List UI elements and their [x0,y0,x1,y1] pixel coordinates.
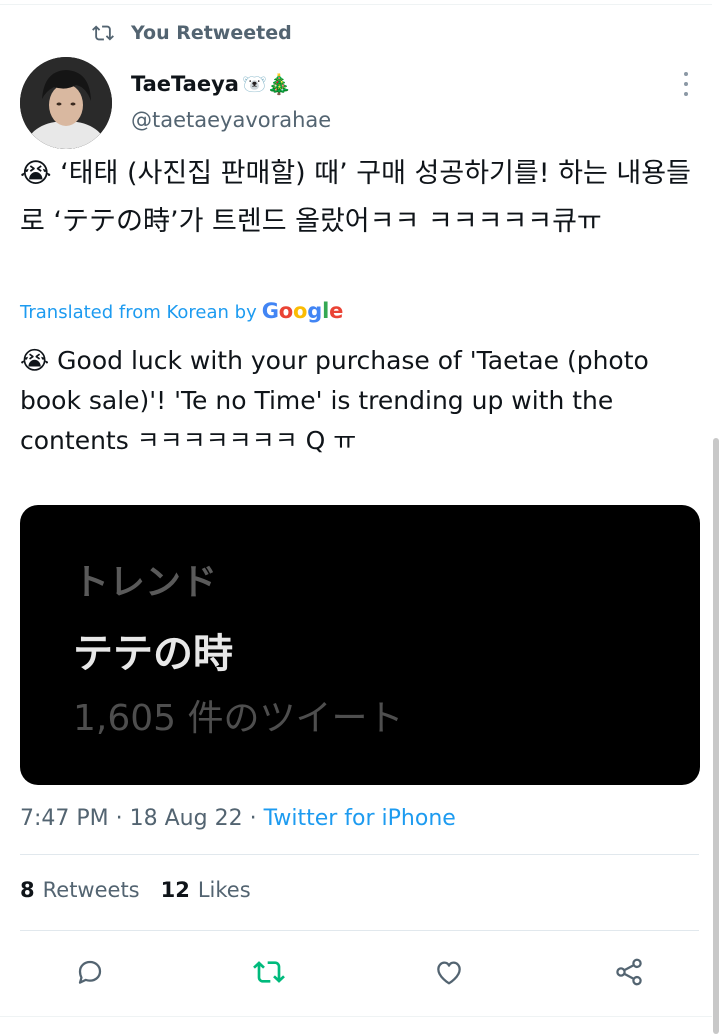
like-icon [437,961,461,985]
author-handle[interactable]: @taetaeyavorahae [131,108,331,132]
image-text-topic: テテの時 [73,631,233,677]
image-text-trend: トレンド [73,562,218,603]
share-icon [616,958,642,986]
tweet-stats: 8 Retweets 12 Likes [20,878,272,902]
retweet-context: You Retweeted [92,20,292,46]
like-button[interactable] [432,955,466,989]
author-name-emojis: 🐻‍❄️🎄 [241,72,292,96]
retweet-icon [253,961,285,983]
more-options-icon[interactable] [680,72,692,96]
bottom-divider [0,1016,712,1017]
retweets-label: Retweets [42,878,140,902]
divider [20,854,699,855]
retweets-count: 8 [20,878,35,902]
image-text-count: 1,605 件のツイート [73,698,404,739]
reply-icon [78,960,102,984]
tweet-image[interactable]: トレンド テテの時 1,605 件のツイート [20,505,700,785]
author-name[interactable]: TaeTaeya 🐻‍❄️🎄 [131,72,292,96]
scrollbar[interactable] [712,0,720,1034]
top-divider [0,4,712,5]
reply-button[interactable] [73,955,107,989]
scrollbar-thumb[interactable] [713,438,719,1034]
translation-attribution: Translated from Korean by Google [20,299,343,323]
translated-label: Translated from Korean by [20,302,257,323]
avatar-image [20,57,112,149]
likes-count: 12 [160,878,190,902]
retweets-stat[interactable]: 8 Retweets [20,878,140,902]
tweet-time[interactable]: 7:47 PM [20,806,109,831]
tweet-source[interactable]: Twitter for iPhone [264,806,456,831]
tweet-date[interactable]: 18 Aug 22 [130,806,243,831]
translated-text: 😭 Good luck with your purchase of 'Taeta… [20,346,649,455]
google-logo: Google [261,299,344,323]
tweet-text: 😭 ‘태태 (사진집 판매할) 때’ 구매 성공하기를! 하는 내용들로 ‘テテ… [20,158,691,237]
divider [20,930,699,931]
share-button[interactable] [612,955,646,989]
author-name-text: TaeTaeya [131,72,239,96]
retweet-context-label: You Retweeted [131,22,292,44]
avatar[interactable] [20,57,112,149]
likes-stat[interactable]: 12 Likes [161,878,251,902]
tweet-meta: 7:47 PM · 18 Aug 22 · Twitter for iPhone [20,806,456,831]
likes-label: Likes [197,878,251,902]
retweet-button[interactable] [252,955,286,989]
retweet-icon [92,25,114,41]
